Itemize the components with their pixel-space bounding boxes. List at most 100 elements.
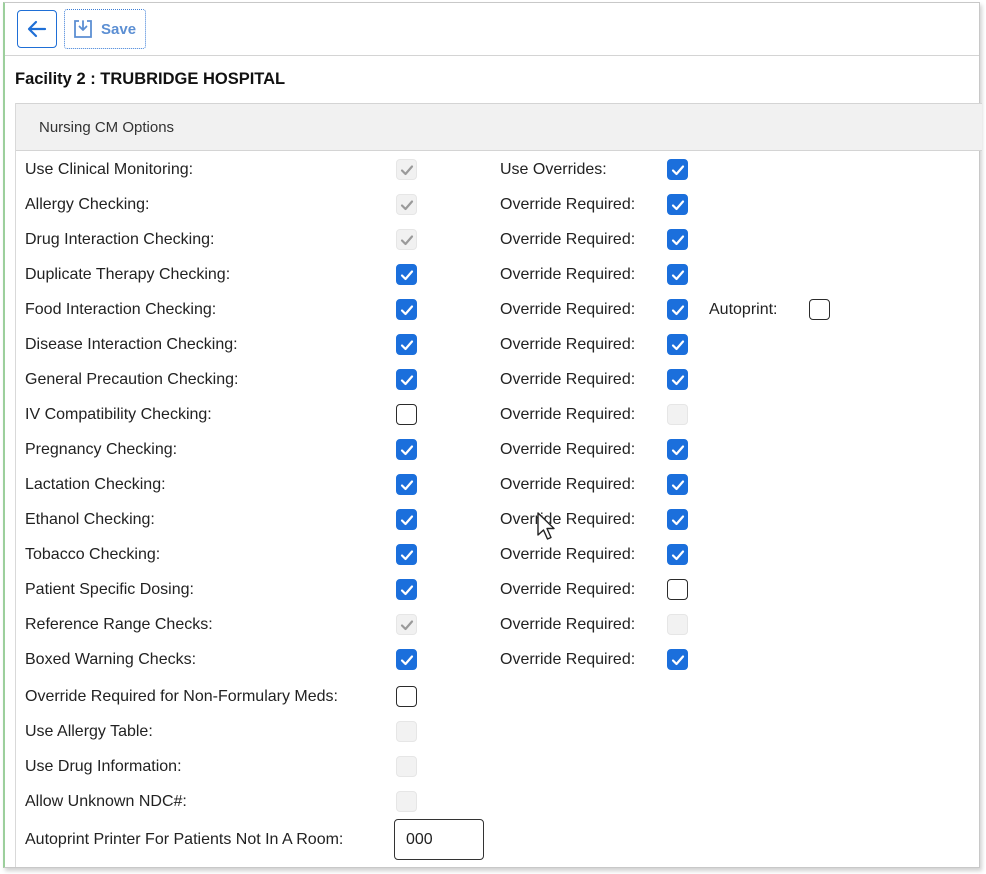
option-row: General Precaution Checking: Override Req…	[16, 365, 982, 395]
option-label: Duplicate Therapy Checking:	[25, 266, 231, 283]
check-icon	[671, 199, 684, 210]
option-label: Tobacco Checking:	[25, 546, 161, 563]
option-row: Allergy Checking: Override Required:	[16, 190, 982, 220]
check-icon	[400, 654, 413, 665]
option-row: IV Compatibility Checking: Override Requi…	[16, 400, 982, 430]
option-label: General Precaution Checking:	[25, 371, 239, 388]
option-label: Use Allergy Table:	[25, 723, 153, 740]
check-icon	[671, 269, 684, 280]
override-required-checkbox[interactable]	[667, 369, 688, 390]
check-icon	[400, 234, 413, 245]
option-label: Drug Interaction Checking:	[25, 231, 215, 248]
check-icon	[671, 514, 684, 525]
check-icon	[400, 164, 413, 175]
iv-compatibility-checking-checkbox[interactable]	[396, 404, 417, 425]
patient-specific-dosing-checkbox[interactable]	[396, 579, 417, 600]
option-label: Use Drug Information:	[25, 758, 182, 775]
override-label: Use Overrides:	[500, 161, 607, 178]
override-required-checkbox[interactable]	[667, 299, 688, 320]
override-required-checkbox[interactable]	[667, 264, 688, 285]
override-required-for-non-formulary-meds-checkbox[interactable]	[396, 686, 417, 707]
override-required-checkbox[interactable]	[667, 229, 688, 250]
check-icon	[400, 549, 413, 560]
autoprint-checkbox[interactable]	[809, 299, 830, 320]
override-required-checkbox[interactable]	[667, 509, 688, 530]
check-icon	[671, 444, 684, 455]
printer-input[interactable]	[394, 819, 484, 860]
override-label: Override Required:	[500, 476, 636, 493]
override-required-checkbox[interactable]	[667, 439, 688, 460]
check-icon	[400, 584, 413, 595]
option-row: Disease Interaction Checking: Override Re…	[16, 330, 982, 360]
override-label: Override Required:	[500, 441, 636, 458]
option-row: Reference Range Checks: Override Required…	[16, 610, 982, 640]
tobacco-checking-checkbox[interactable]	[396, 544, 417, 565]
option-row: Boxed Warning Checks: Override Required:	[16, 645, 982, 675]
option-row: Pregnancy Checking: Override Required:	[16, 435, 982, 465]
override-required-checkbox[interactable]	[667, 194, 688, 215]
option-label: Reference Range Checks:	[25, 616, 213, 633]
option-row: Use Drug Information:	[16, 752, 982, 782]
autoprint-label: Autoprint:	[709, 301, 778, 318]
override-required-checkbox[interactable]	[667, 579, 688, 600]
ethanol-checking-checkbox[interactable]	[396, 509, 417, 530]
option-row: Use Clinical Monitoring: Use Overrides:	[16, 155, 982, 185]
pregnancy-checking-checkbox[interactable]	[396, 439, 417, 460]
check-icon	[400, 304, 413, 315]
check-icon	[400, 444, 413, 455]
lactation-checking-checkbox[interactable]	[396, 474, 417, 495]
check-icon	[400, 199, 413, 210]
check-icon	[400, 339, 413, 350]
back-button[interactable]	[17, 10, 57, 48]
use-drug-information-checkbox[interactable]	[396, 756, 417, 777]
option-label: Boxed Warning Checks:	[25, 651, 197, 668]
override-required-checkbox[interactable]	[667, 649, 688, 670]
section-header: Nursing CM Options	[16, 103, 982, 151]
override-required-checkbox[interactable]	[667, 404, 688, 425]
option-label: Override Required for Non-Formulary Meds…	[25, 688, 338, 705]
override-label: Override Required:	[500, 336, 636, 353]
check-icon	[671, 374, 684, 385]
option-label: Patient Specific Dosing:	[25, 581, 194, 598]
toolbar: Save	[5, 3, 979, 56]
save-button-label: Save	[101, 20, 137, 38]
option-label: Allow Unknown NDC#:	[25, 793, 187, 810]
option-row: Ethanol Checking: Override Required:	[16, 505, 982, 535]
use-allergy-table-checkbox[interactable]	[396, 721, 417, 742]
option-row: Use Allergy Table:	[16, 717, 982, 747]
override-required-checkbox[interactable]	[667, 614, 688, 635]
boxed-warning-checks-checkbox[interactable]	[396, 649, 417, 670]
save-button[interactable]: Save	[64, 9, 146, 49]
general-precaution-checking-checkbox[interactable]	[396, 369, 417, 390]
allow-unknown-ndc-checkbox[interactable]	[396, 791, 417, 812]
override-label: Override Required:	[500, 196, 636, 213]
override-label: Override Required:	[500, 616, 636, 633]
override-label: Override Required:	[500, 406, 636, 423]
window-frame: Save Facility 2 : TRUBRIDGE HOSPITAL Nur…	[3, 2, 982, 868]
allergy-checking-checkbox[interactable]	[396, 194, 417, 215]
check-icon	[671, 654, 684, 665]
check-icon	[671, 164, 684, 175]
option-label: Food Interaction Checking:	[25, 301, 217, 318]
override-required-checkbox[interactable]	[667, 334, 688, 355]
check-icon	[671, 234, 684, 245]
save-icon	[74, 20, 92, 38]
duplicate-therapy-checking-checkbox[interactable]	[396, 264, 417, 285]
check-icon	[400, 374, 413, 385]
override-label: Override Required:	[500, 371, 636, 388]
check-icon	[400, 479, 413, 490]
option-label: Disease Interaction Checking:	[25, 336, 238, 353]
override-label: Override Required:	[500, 511, 636, 528]
option-label: Lactation Checking:	[25, 476, 166, 493]
drug-interaction-checking-checkbox[interactable]	[396, 229, 417, 250]
nursing-cm-options-section: Nursing CM Options Use Clinical Monitori…	[15, 103, 982, 867]
food-interaction-checking-checkbox[interactable]	[396, 299, 417, 320]
override-required-checkbox[interactable]	[667, 474, 688, 495]
use-clinical-monitoring-checkbox[interactable]	[396, 159, 417, 180]
disease-interaction-checking-checkbox[interactable]	[396, 334, 417, 355]
use-overrides-checkbox[interactable]	[667, 159, 688, 180]
reference-range-checks-checkbox[interactable]	[396, 614, 417, 635]
printer-label: Autoprint Printer For Patients Not In A …	[25, 831, 344, 848]
page-title: Facility 2 : TRUBRIDGE HOSPITAL	[15, 70, 286, 88]
override-required-checkbox[interactable]	[667, 544, 688, 565]
